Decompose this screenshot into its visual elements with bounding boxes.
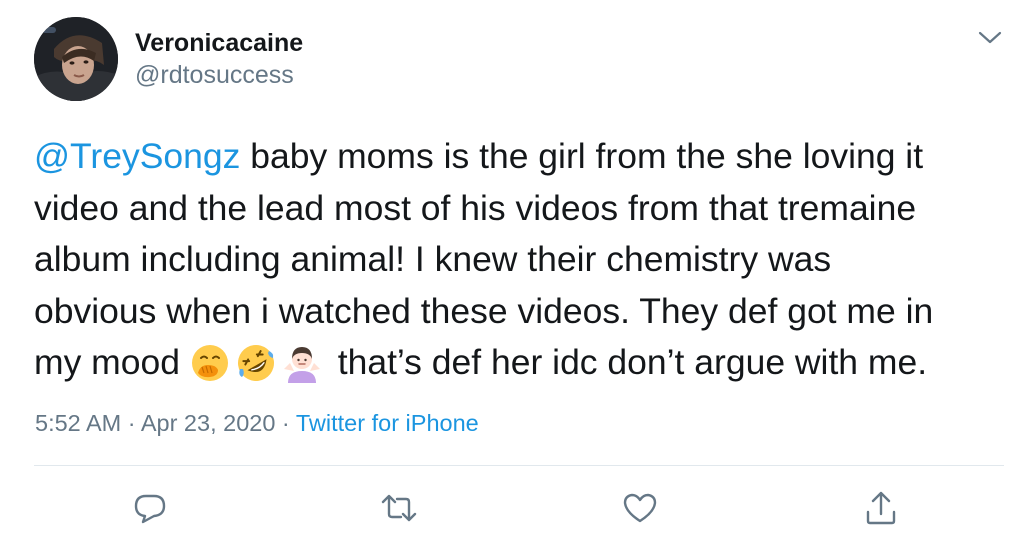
divider [34,465,1004,466]
tweet-line: my mood that’s def her idc don’t argue w… [34,337,1009,389]
meta-separator: · [121,410,141,436]
tweet-line: video and the lead most of his videos fr… [34,187,917,228]
avatar[interactable] [34,17,118,101]
tweet-date[interactable]: Apr 23, 2020 [141,410,276,436]
reply-icon[interactable] [130,488,170,528]
tweet-source-link[interactable]: Twitter for iPhone [296,410,479,436]
woman-shrugging-icon [282,343,322,383]
heart-icon[interactable] [620,488,660,528]
avatar-image [34,17,118,101]
tweet-line-text: my mood [34,342,190,382]
meta-separator: · [275,410,296,436]
share-icon[interactable] [861,488,901,528]
tweet-line-text: baby moms is the girl from the she lovin… [240,136,924,176]
tweet-line: album including animal! I knew their che… [34,239,832,279]
tweet-line: @TreySongz baby moms is the girl from th… [34,131,1009,183]
retweet-icon[interactable] [379,488,419,528]
tweet-meta: 5:52 AM · Apr 23, 2020 · Twitter for iPh… [35,410,479,437]
face-with-hand-over-mouth-icon [190,343,230,383]
display-name[interactable]: Veronicacaine [135,29,303,58]
chevron-down-icon[interactable] [977,28,1003,48]
tweet-card: Veronicacaine @rdtosuccess @TreySongz ba… [0,0,1024,536]
tweet-text: @TreySongz baby moms is the girl from th… [34,131,1009,389]
mention-link[interactable]: @TreySongz [34,136,240,176]
user-handle[interactable]: @rdtosuccess [135,61,294,90]
tweet-line-text: that’s def her idc don’t argue with me. [327,342,928,382]
tweet-time[interactable]: 5:52 AM [35,410,121,436]
tweet-line: obvious when i watched these videos. The… [34,290,934,331]
rolling-on-floor-laughing-icon [236,343,276,383]
